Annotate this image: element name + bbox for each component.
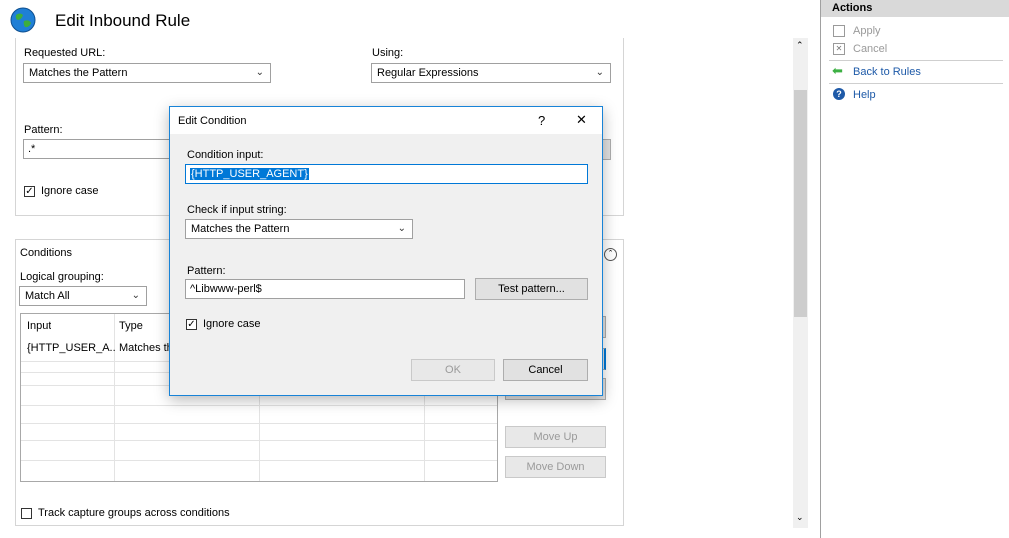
test-pattern-button-partial[interactable] <box>603 139 611 160</box>
apply-icon <box>833 25 845 37</box>
ignore-case-label: Ignore case <box>41 185 99 197</box>
using-label: Using: <box>372 47 404 59</box>
ignore-case-checkbox[interactable]: ✓ <box>24 186 35 197</box>
test-pattern-button[interactable]: Test pattern... <box>475 278 588 300</box>
table-row-input[interactable]: {HTTP_USER_A... <box>27 342 115 354</box>
using-select[interactable]: Regular Expressions ⌄ <box>371 63 611 83</box>
actions-divider <box>829 83 1003 84</box>
page-title: Edit Inbound Rule <box>55 11 191 30</box>
pattern-input[interactable]: .* <box>23 139 173 159</box>
check-if-value: Matches the Pattern <box>191 223 290 235</box>
track-capture-label: Track capture groups across conditions <box>38 507 230 519</box>
back-arrow-icon: ⬅ <box>832 63 843 78</box>
edit-condition-dialog: Edit Condition ? ✕ Condition input: {HTT… <box>169 106 603 396</box>
conditions-title: Conditions <box>20 247 72 259</box>
column-header-type[interactable]: Type <box>119 320 143 332</box>
logical-grouping-label: Logical grouping: <box>20 271 104 283</box>
dialog-pattern-input[interactable]: ^Libwww-perl$ <box>185 279 465 299</box>
logical-grouping-value: Match All <box>25 290 70 302</box>
requested-url-value: Matches the Pattern <box>29 67 128 79</box>
help-link[interactable]: Help <box>853 89 876 101</box>
back-to-rules-link[interactable]: Back to Rules <box>853 66 921 78</box>
dialog-pattern-label: Pattern: <box>187 265 226 277</box>
cancel-button[interactable]: Cancel <box>503 359 588 381</box>
ok-button[interactable]: OK <box>411 359 495 381</box>
move-up-button[interactable]: Move Up <box>505 426 606 448</box>
help-icon: ? <box>833 88 845 100</box>
scrollbar[interactable]: ⌃ ⌄ <box>793 38 808 528</box>
track-capture-checkbox[interactable] <box>21 508 32 519</box>
apply-action[interactable]: Apply <box>853 25 881 37</box>
scroll-up-icon[interactable]: ⌃ <box>796 40 804 51</box>
dialog-ignore-case-checkbox[interactable]: ✓ <box>186 319 197 330</box>
actions-header-label: Actions <box>832 2 873 14</box>
dialog-title: Edit Condition <box>178 115 247 127</box>
check-if-select[interactable]: Matches the Pattern ⌄ <box>185 219 413 239</box>
logical-grouping-select[interactable]: Match All ⌄ <box>19 286 147 306</box>
chevron-down-icon: ⌄ <box>397 223 406 234</box>
chevron-down-icon: ⌄ <box>595 67 604 78</box>
chevron-down-icon: ⌄ <box>255 67 264 78</box>
close-icon[interactable]: ✕ <box>576 112 587 128</box>
using-value: Regular Expressions <box>377 67 479 79</box>
check-if-label: Check if input string: <box>187 204 287 216</box>
requested-url-select[interactable]: Matches the Pattern ⌄ <box>23 63 271 83</box>
condition-input-label: Condition input: <box>187 149 264 161</box>
collapse-icon[interactable]: ⌃ <box>604 248 617 261</box>
dialog-ignore-case-label: Ignore case <box>203 318 261 330</box>
condition-input-field[interactable]: {HTTP_USER_AGENT} <box>185 164 588 184</box>
actions-pane <box>820 0 1009 538</box>
help-button[interactable]: ? <box>538 113 545 128</box>
scrollbar-thumb[interactable] <box>794 90 807 317</box>
scroll-down-icon[interactable]: ⌄ <box>796 512 804 523</box>
cancel-icon: ✕ <box>833 43 845 55</box>
cancel-action[interactable]: Cancel <box>853 43 887 55</box>
actions-divider <box>829 60 1003 61</box>
move-down-button[interactable]: Move Down <box>505 456 606 478</box>
pattern-label: Pattern: <box>24 124 63 136</box>
requested-url-label: Requested URL: <box>24 47 106 59</box>
column-header-input[interactable]: Input <box>27 320 51 332</box>
condition-input-value: {HTTP_USER_AGENT} <box>190 168 309 180</box>
globe-icon <box>10 7 36 33</box>
chevron-down-icon: ⌄ <box>131 290 140 301</box>
